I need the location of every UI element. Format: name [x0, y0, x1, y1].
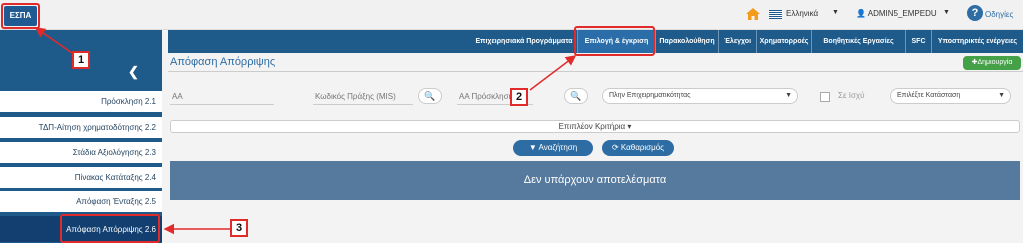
language-caret-icon[interactable]: ▼ [832, 9, 839, 16]
highlight-box-2 [574, 26, 655, 56]
nav-sfc[interactable]: SFC [905, 30, 931, 53]
program-select[interactable]: Πλην Επιχειρηματικότητας ▼ [602, 88, 798, 104]
call-search-icon[interactable]: 🔍 [564, 88, 588, 104]
language-selector[interactable]: Ελληνικά [786, 9, 818, 18]
mis-code-input[interactable] [313, 88, 413, 105]
more-criteria-toggle[interactable]: Επιπλέον Κριτήρια ▾ [170, 120, 1020, 133]
user-name: ADMIN5_EMPEDU [867, 9, 937, 18]
results-panel: Δεν υπάρχουν αποτελέσματα [170, 161, 1020, 200]
nav-monitoring[interactable]: Παρακολούθηση [655, 30, 718, 53]
page-title: Απόφαση Απόρριψης [170, 56, 276, 68]
status-select-value: Επιλέξτε Κατάσταση [897, 92, 961, 99]
greek-flag-icon [769, 10, 782, 19]
active-checkbox-label: Σε Ισχύ [838, 91, 865, 100]
search-button[interactable]: ▼ Αναζήτηση [513, 140, 593, 156]
sidebar-item-tdp[interactable]: ΤΔΠ-Αίτηση χρηματοδότησης 2.2 [0, 117, 162, 139]
callout-1: 1 [72, 51, 90, 69]
nav-cashflows[interactable]: Χρηματορροές [756, 30, 811, 53]
callout-3: 3 [230, 219, 248, 237]
active-checkbox[interactable] [820, 92, 830, 102]
nav-support-actions[interactable]: Υποστηρικτές ενέργειες [931, 30, 1023, 53]
sidebar-item-pinakas[interactable]: Πίνακας Κατάταξης 2.4 [0, 167, 162, 189]
sidebar-collapse-icon[interactable]: ❮ [128, 64, 139, 80]
help-icon[interactable]: ? [967, 5, 983, 21]
chevron-down-icon: ▼ [785, 92, 792, 99]
status-select[interactable]: Επιλέξτε Κατάσταση ▼ [890, 88, 1011, 104]
highlight-box-3 [60, 214, 160, 243]
callout-2: 2 [510, 88, 528, 106]
mis-search-icon[interactable]: 🔍 [418, 88, 442, 104]
highlight-box-1 [1, 3, 40, 29]
help-link[interactable]: Οδηγίες [985, 10, 1013, 19]
user-menu[interactable]: 👤 ADMIN5_EMPEDU [856, 9, 937, 18]
sidebar-item-entaxi[interactable]: Απόφαση Ένταξης 2.5 [0, 191, 162, 213]
aa-input[interactable] [170, 88, 274, 105]
search-button-label: Αναζήτηση [538, 143, 578, 152]
clear-button[interactable]: ⟳ Καθαρισμός [602, 140, 674, 156]
page-header-bar [168, 56, 1023, 72]
user-caret-icon[interactable]: ▼ [943, 9, 950, 16]
nav-auxiliary-tasks[interactable]: Βοηθητικές Εργασίες [811, 30, 905, 53]
top-bar: ΕΣΠΑ Ελληνικά ▼ 👤 ADMIN5_EMPEDU ▼ ? Οδηγ… [0, 0, 1023, 30]
clear-button-label: Καθαρισμός [620, 143, 665, 152]
home-icon[interactable] [746, 8, 760, 20]
sidebar-item-prosklisi[interactable]: Πρόσκληση 2.1 [0, 91, 162, 113]
program-select-value: Πλην Επιχειρηματικότητας [609, 92, 691, 99]
sidebar-item-stadia[interactable]: Στάδια Αξιολόγησης 2.3 [0, 142, 162, 164]
nav-audits[interactable]: Έλεγχοι [718, 30, 756, 53]
create-button[interactable]: ✚Δημιουργία [963, 56, 1021, 70]
chevron-down-icon: ▼ [998, 92, 1005, 99]
nav-operational-programs[interactable]: Επιχειρησιακά Προγράμματα [471, 30, 577, 53]
